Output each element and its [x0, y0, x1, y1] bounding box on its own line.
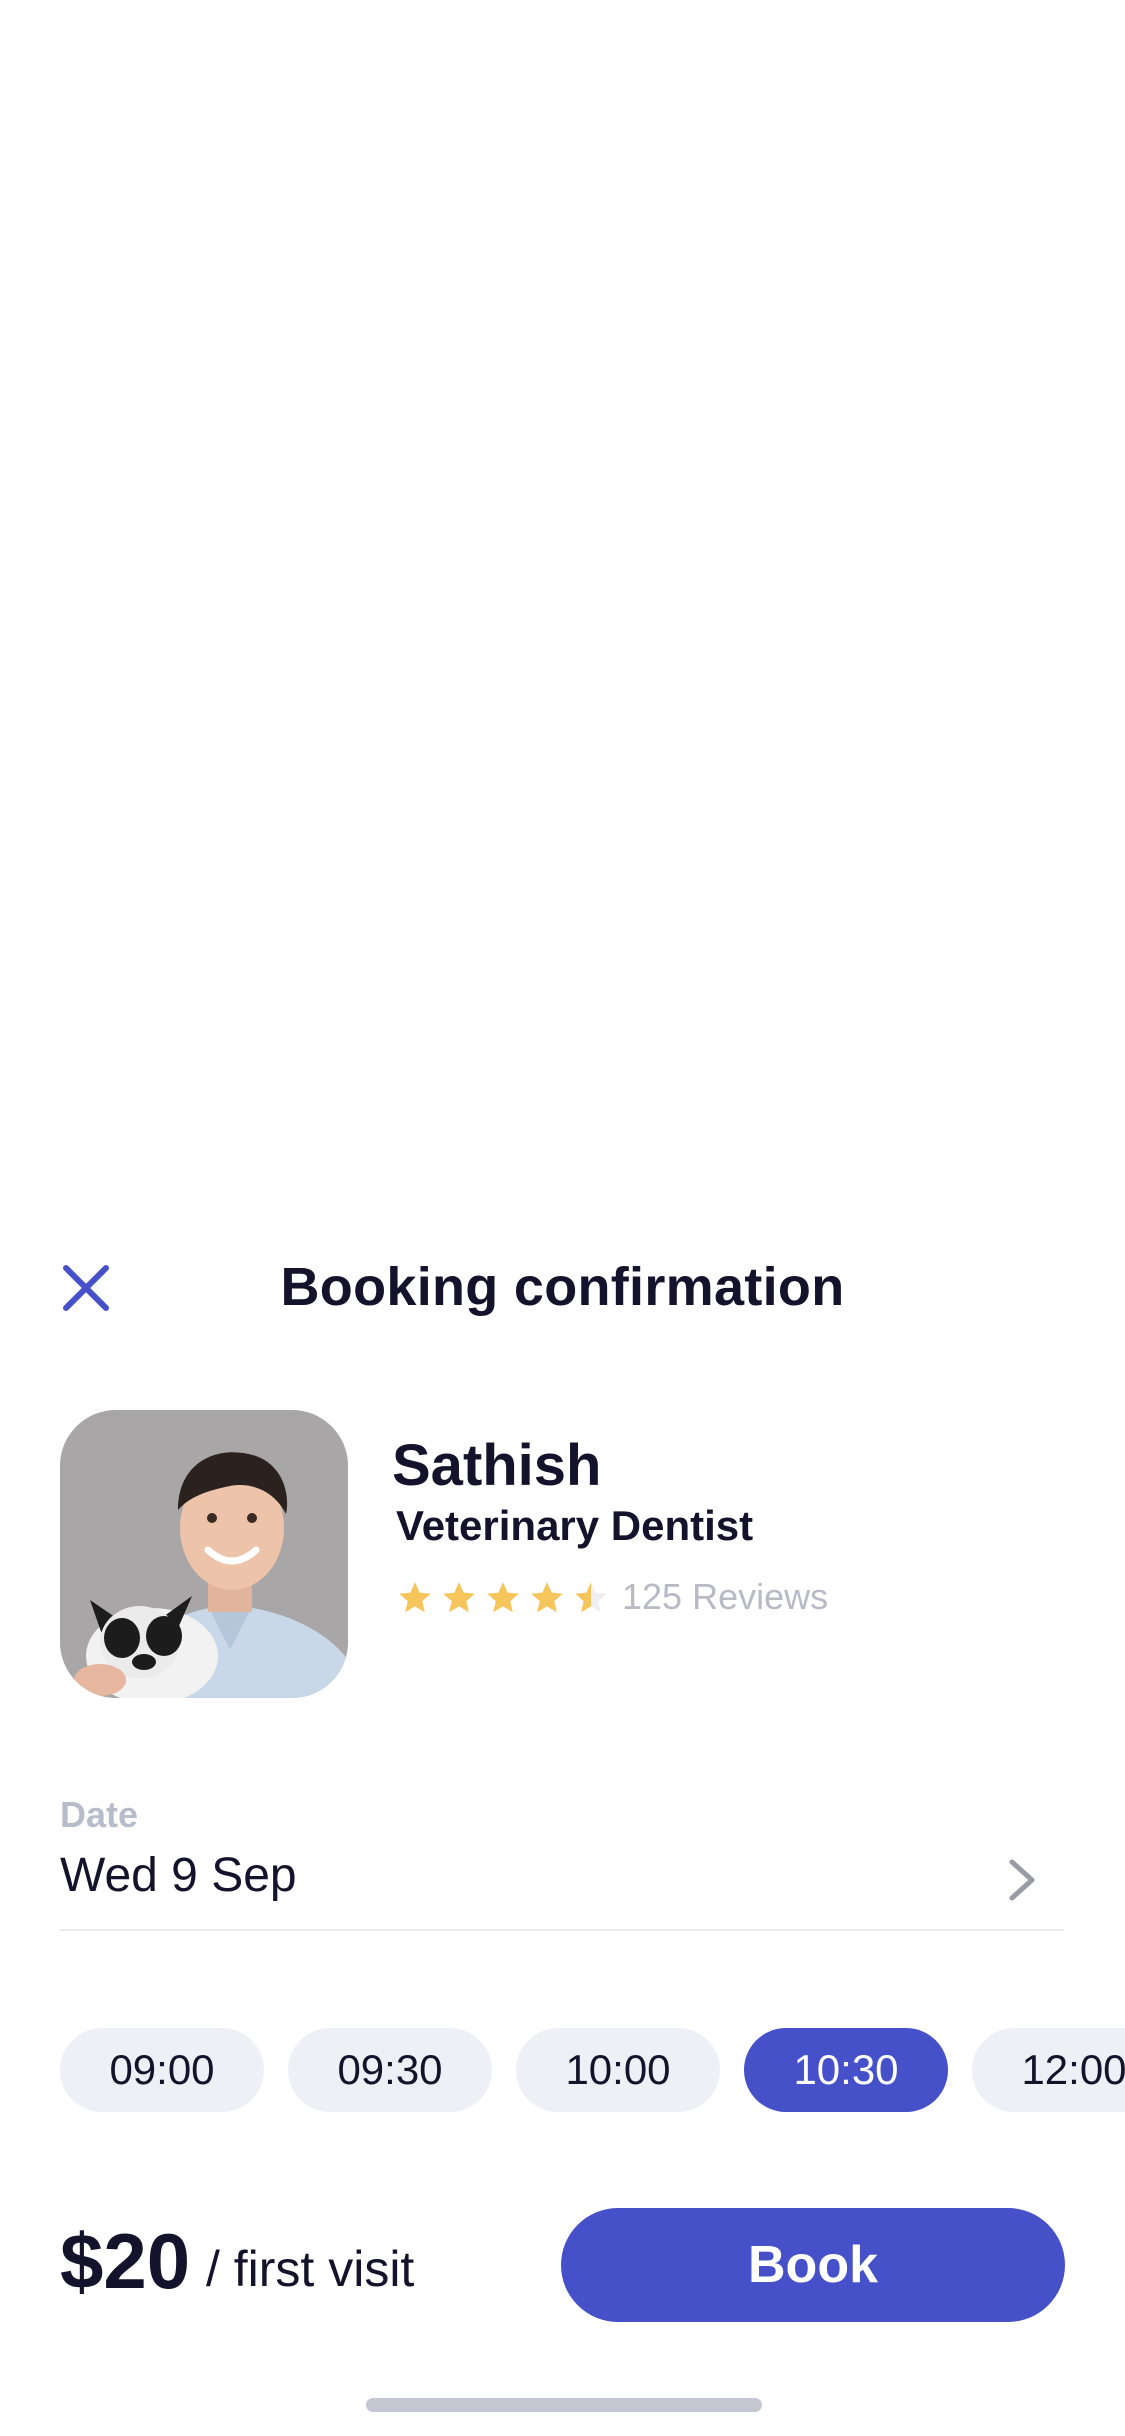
date-label: Date	[60, 1794, 139, 1835]
reviews-count: 125 Reviews	[622, 1576, 829, 1617]
time-slot[interactable]: 09:00	[60, 2028, 264, 2112]
star-icon	[443, 1582, 475, 1613]
star-icon	[487, 1582, 519, 1613]
rating-stars	[396, 1572, 610, 1624]
home-indicator[interactable]	[366, 2398, 762, 2412]
doctor-name: Sathish	[392, 1433, 602, 1498]
page-title: Booking confirmation	[280, 1257, 845, 1317]
time-slot[interactable]: 12:00	[972, 2028, 1125, 2112]
star-icon	[531, 1582, 563, 1613]
chevron-right-icon[interactable]	[1002, 1856, 1042, 1904]
time-slot[interactable]: 09:30	[288, 2028, 492, 2112]
date-value[interactable]: Wed 9 Sep	[60, 1848, 297, 1903]
date-divider	[60, 1929, 1064, 1931]
price-suffix: / first visit	[206, 2241, 415, 2297]
star-half-icon	[575, 1582, 607, 1613]
time-slot-list: 09:00 09:30 10:00 10:30 12:00	[60, 2028, 1125, 2112]
time-slot-selected[interactable]: 10:30	[744, 2028, 948, 2112]
time-slot[interactable]: 10:00	[516, 2028, 720, 2112]
price: $20	[60, 2217, 191, 2305]
book-button[interactable]: Book	[561, 2208, 1065, 2322]
doctor-specialty: Veterinary Dentist	[396, 1502, 754, 1549]
doctor-avatar	[60, 1410, 348, 1698]
star-icon	[399, 1582, 431, 1613]
